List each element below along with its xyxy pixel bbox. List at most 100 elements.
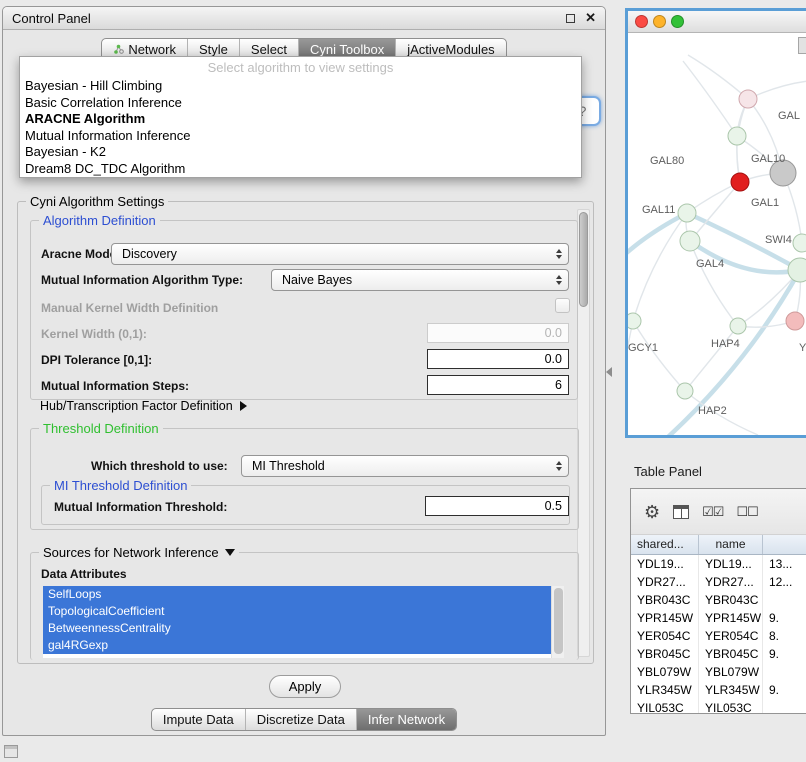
dpi-tolerance-field[interactable]: 0.0 [427, 349, 569, 369]
data-attribute-item[interactable]: BetweennessCentrality [43, 620, 551, 637]
network-icon [113, 44, 124, 55]
tab-label: Style [199, 42, 228, 57]
network-node[interactable] [677, 383, 693, 399]
network-node[interactable] [678, 204, 696, 222]
network-node[interactable] [739, 90, 757, 108]
column-header[interactable] [763, 535, 806, 554]
network-node-label: HAP2 [698, 405, 727, 417]
kernel-width-field[interactable]: 0.0 [427, 323, 569, 343]
network-edge [628, 213, 687, 257]
algorithm-option[interactable]: ARACNE Algorithm [20, 111, 581, 128]
attributes-scrollbar[interactable] [551, 586, 564, 658]
tab-label: jActiveModules [407, 42, 494, 57]
table-cell: YIL053C [699, 699, 763, 714]
algorithm-option[interactable]: Bayesian - Hill Climbing [20, 78, 581, 95]
network-node-label: HAP4 [711, 338, 740, 350]
table-row[interactable]: YPR145WYPR145W9. [631, 609, 806, 627]
table-cell: 13... [763, 555, 806, 573]
deselect-all-icon[interactable]: ☐☐ [736, 504, 757, 520]
float-panel-icon[interactable] [566, 14, 575, 23]
algorithm-option[interactable]: Dream8 DC_TDC Algorithm [20, 161, 581, 178]
manual-kernel-checkbox[interactable] [555, 298, 570, 313]
table-cell: YPR145W [631, 609, 699, 627]
mi-threshold-group: MI Threshold Definition Mutual Informati… [41, 485, 570, 525]
table-cell: 12... [763, 573, 806, 591]
data-attribute-item[interactable]: gal4RGexp [43, 637, 551, 654]
data-attribute-item[interactable]: SelfLoops [43, 586, 551, 603]
algorithm-option[interactable]: Basic Correlation Inference [20, 95, 581, 112]
select-all-icon[interactable]: ☑☑ [702, 504, 723, 520]
mi-type-select[interactable]: Naive Bayes [271, 269, 569, 291]
close-panel-icon[interactable]: ✕ [585, 12, 596, 24]
mi-type-label: Mutual Information Algorithm Type: [41, 273, 243, 287]
network-node[interactable] [788, 258, 806, 282]
table-row[interactable]: YBR043CYBR043C [631, 591, 806, 609]
network-node[interactable] [731, 173, 749, 191]
tab-discretize-data[interactable]: Discretize Data [245, 709, 356, 730]
algorithm-option[interactable]: Bayesian - K2 [20, 144, 581, 161]
table-row[interactable]: YBL079WYBL079W [631, 663, 806, 681]
minimized-panel-button[interactable] [4, 745, 18, 758]
scrollbar-thumb[interactable] [554, 588, 563, 654]
splitter-handle[interactable] [606, 367, 612, 377]
aracne-mode-select[interactable]: Discovery [111, 243, 569, 265]
table-panel-window: ⚙ ☑☑ ☐☐ shared...name YDL19...YDL19...13… [630, 488, 806, 714]
network-canvas[interactable]: GALGAL80GAL10GAL11GAL1SWI4GAL4GCY1HAP4HA… [628, 33, 806, 435]
network-edge [633, 321, 685, 391]
gear-icon[interactable]: ⚙ [644, 503, 660, 521]
bottom-tab-bar: Impute DataDiscretize DataInfer Network [151, 708, 457, 731]
which-threshold-select[interactable]: MI Threshold [241, 455, 569, 477]
network-node[interactable] [628, 313, 641, 329]
network-node-label: GCY1 [628, 342, 658, 354]
dpi-tolerance-value: 0.0 [545, 352, 562, 366]
network-node[interactable] [680, 231, 700, 251]
tab-impute-data[interactable]: Impute Data [152, 709, 245, 730]
algorithm-option[interactable]: Mutual Information Inference [20, 128, 581, 145]
table-toolbar: ⚙ ☑☑ ☐☐ [631, 489, 806, 535]
table-row[interactable]: YDL19...YDL19...13... [631, 555, 806, 573]
collapse-arrow-icon [225, 549, 235, 556]
network-node[interactable] [786, 312, 804, 330]
close-window-button[interactable] [635, 15, 648, 28]
table-cell: YER054C [699, 627, 763, 645]
table-cell: YBR043C [631, 591, 699, 609]
settings-group-title: Cyni Algorithm Settings [26, 194, 168, 209]
sources-group: Sources for Network Inference Data Attri… [30, 552, 579, 660]
network-node-label: GAL1 [751, 197, 779, 209]
mi-steps-label: Mutual Information Steps: [41, 379, 189, 393]
mi-steps-field[interactable]: 6 [427, 375, 569, 395]
hub-definition-toggle[interactable]: Hub/Transcription Factor Definition [40, 399, 247, 413]
network-node[interactable] [793, 234, 806, 252]
table-cell: YLR345W [699, 681, 763, 699]
mi-threshold-field[interactable]: 0.5 [425, 496, 569, 516]
minimize-window-button[interactable] [653, 15, 666, 28]
tab-infer-network[interactable]: Infer Network [356, 709, 456, 730]
table-row[interactable]: YBR045CYBR045C9. [631, 645, 806, 663]
table-row[interactable]: YIL053CYIL053C [631, 699, 806, 714]
birdseye-toggle[interactable] [798, 37, 806, 54]
network-node[interactable] [728, 127, 746, 145]
data-attribute-item[interactable]: TopologicalCoefficient [43, 603, 551, 620]
table-cell: YBR045C [699, 645, 763, 663]
network-edge [628, 321, 633, 393]
apply-button[interactable]: Apply [269, 675, 341, 698]
column-header[interactable]: name [699, 535, 763, 554]
network-svg: GALGAL80GAL10GAL11GAL1SWI4GAL4GCY1HAP4HA… [628, 33, 806, 435]
table-cell [763, 699, 806, 714]
zoom-window-button[interactable] [671, 15, 684, 28]
table-cell: 9. [763, 609, 806, 627]
sources-group-title[interactable]: Sources for Network Inference [39, 545, 239, 560]
control-panel-bottombar: Impute DataDiscretize DataInfer Network [3, 708, 605, 731]
table-row[interactable]: YDR27...YDR27...12... [631, 573, 806, 591]
table-cell: YDR27... [631, 573, 699, 591]
mi-threshold-label: Mutual Information Threshold: [54, 500, 227, 514]
columns-icon[interactable] [673, 505, 689, 519]
cyni-algorithm-settings-group: Cyni Algorithm Settings Algorithm Defini… [17, 201, 594, 664]
spinner-arrows-icon [556, 275, 562, 285]
table-row[interactable]: YLR345WYLR345W9. [631, 681, 806, 699]
network-node[interactable] [730, 318, 746, 334]
column-header[interactable]: shared... [631, 535, 699, 554]
table-row[interactable]: YER054CYER054C8. [631, 627, 806, 645]
scrollbar-thumb[interactable] [579, 212, 588, 307]
table-cell: YER054C [631, 627, 699, 645]
